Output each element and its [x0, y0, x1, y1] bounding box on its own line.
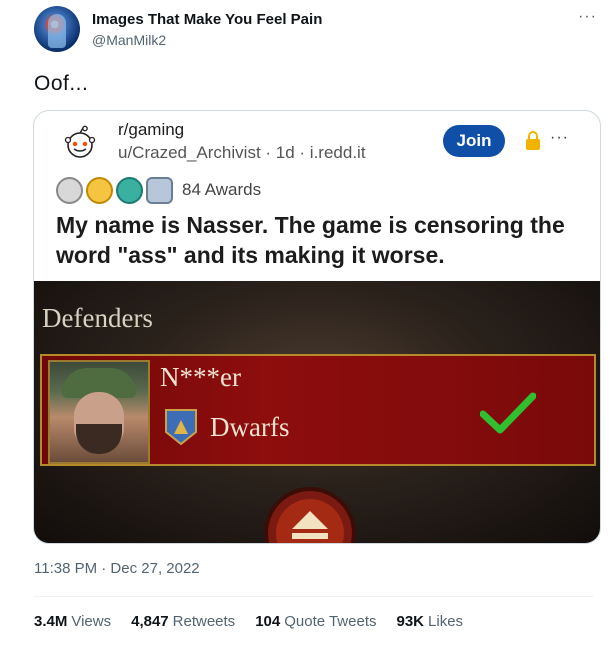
checkmark-icon — [480, 392, 536, 434]
post-image[interactable]: Defenders N***er Dwarfs — [34, 281, 600, 543]
reddit-post-card[interactable]: r/gaming u/Crazed_Archivist · 1d · i.red… — [33, 110, 601, 544]
stat-retweets[interactable]: 4,847 Retweets — [131, 613, 235, 630]
awards-row[interactable]: 84 Awards — [56, 176, 262, 204]
divider — [34, 596, 594, 597]
tweet-more-button[interactable]: ··· — [578, 8, 597, 26]
awards-count: 84 Awards — [182, 180, 262, 199]
stat-views[interactable]: 3.4M Views — [34, 613, 111, 630]
award-icon — [116, 176, 143, 204]
stat-quote-tweets[interactable]: 104 Quote Tweets — [255, 613, 376, 630]
reddit-logo-icon — [64, 125, 96, 158]
tweet-stats: 3.4M Views 4,847 Retweets 104 Quote Tweets … — [34, 613, 463, 630]
award-icon — [56, 176, 83, 204]
author-handle[interactable]: @ManMilk2 — [92, 32, 166, 48]
join-button[interactable]: Join — [443, 125, 505, 157]
subreddit-name[interactable]: r/gaming — [118, 120, 184, 140]
emblem-icon — [264, 487, 356, 543]
award-icon — [146, 176, 173, 204]
player-name: N***er — [160, 362, 241, 392]
stat-likes[interactable]: 93K Likes — [397, 613, 464, 630]
player-portrait — [48, 360, 150, 464]
lock-icon — [526, 131, 540, 150]
card-more-button[interactable]: ··· — [550, 129, 569, 147]
author-name[interactable]: Images That Make You Feel Pain — [92, 11, 322, 28]
faction-name: Dwarfs — [210, 412, 290, 442]
author-avatar[interactable] — [34, 6, 80, 52]
tweet-text: Oof... — [34, 72, 89, 95]
award-icon — [86, 176, 113, 204]
player-banner: N***er Dwarfs — [40, 354, 596, 466]
post-meta[interactable]: u/Crazed_Archivist · 1d · i.redd.it — [118, 143, 366, 163]
defenders-heading: Defenders — [42, 303, 153, 333]
dwarf-crest-icon — [165, 409, 197, 446]
tweet-timestamp[interactable]: 11:38 PM · Dec 27, 2022 — [34, 560, 200, 577]
post-title[interactable]: My name is Nasser. The game is censoring… — [56, 210, 576, 270]
